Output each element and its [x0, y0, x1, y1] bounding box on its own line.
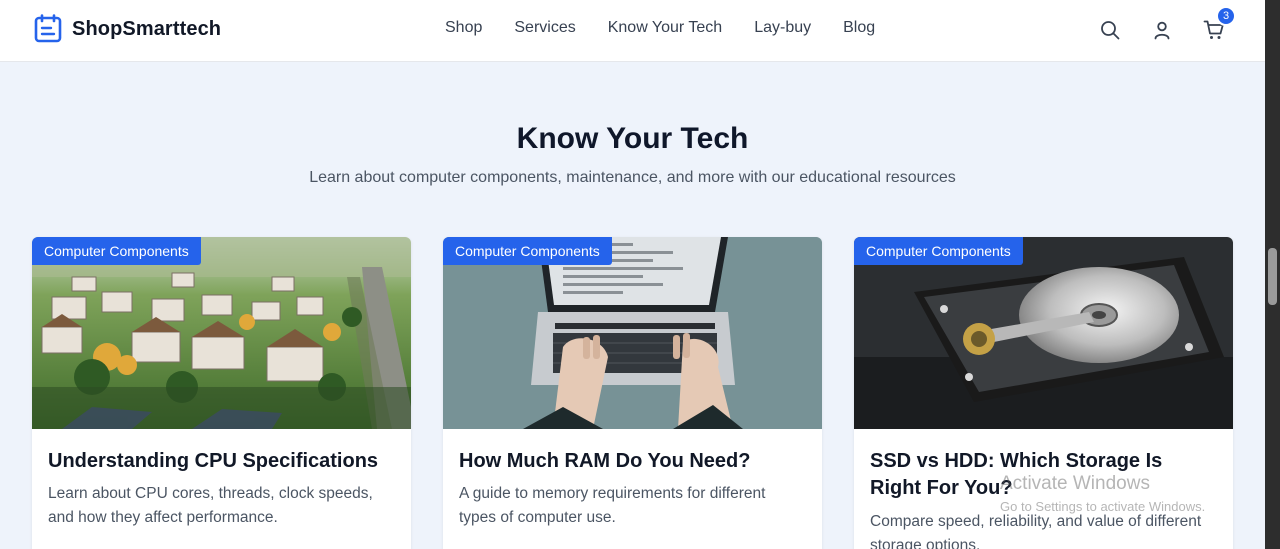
laptop-typing-image: [443, 237, 822, 429]
hard-drive-image: [854, 237, 1233, 429]
article-card[interactable]: Computer Components Understanding CPU Sp…: [32, 237, 411, 549]
article-title[interactable]: How Much RAM Do You Need?: [459, 448, 806, 475]
article-description: Learn about CPU cores, threads, clock sp…: [48, 485, 373, 526]
brand-logo[interactable]: ShopSmarttech: [33, 14, 221, 44]
article-title[interactable]: SSD vs HDD: Which Storage Is Right For Y…: [870, 448, 1217, 502]
page: ShopSmarttech Shop Services Know Your Te…: [0, 0, 1265, 549]
header-actions: 3: [1097, 6, 1236, 43]
article-title[interactable]: Understanding CPU Specifications: [48, 448, 395, 475]
suburb-aerial-image: [32, 237, 411, 429]
page-title: Know Your Tech: [516, 122, 749, 155]
article-card[interactable]: Computer Components How Much RAM Do You …: [443, 237, 822, 549]
nav-shop[interactable]: Shop: [445, 19, 482, 37]
article-description: Compare speed, reliability, and value of…: [870, 513, 1202, 549]
nav-services[interactable]: Services: [514, 19, 575, 37]
page-subtitle: Learn about computer components, mainten…: [309, 169, 956, 186]
search-button[interactable]: [1097, 17, 1123, 43]
category-tag[interactable]: Computer Components: [443, 237, 612, 265]
article-card[interactable]: Computer Components SSD vs HDD: Which St…: [854, 237, 1233, 549]
calendar-logo-icon: [34, 14, 62, 43]
category-tag[interactable]: Computer Components: [32, 237, 201, 265]
vertical-scrollbar[interactable]: [1265, 0, 1280, 549]
brand-name: ShopSmarttech: [72, 17, 222, 40]
search-icon: [1101, 21, 1120, 40]
nav-blog[interactable]: Blog: [843, 19, 875, 37]
nav-know-your-tech[interactable]: Know Your Tech: [608, 19, 722, 37]
user-icon: [1154, 21, 1170, 40]
cart-count-badge: 3: [1216, 6, 1236, 26]
account-button[interactable]: [1149, 17, 1175, 43]
site-header: ShopSmarttech Shop Services Know Your Te…: [0, 0, 1265, 62]
category-tag[interactable]: Computer Components: [854, 237, 1023, 265]
nav-lay-buy[interactable]: Lay-buy: [754, 19, 811, 37]
cart-button[interactable]: 3: [1201, 6, 1236, 43]
main-nav: Shop Services Know Your Tech Lay-buy Blo…: [445, 19, 875, 37]
article-description: A guide to memory requirements for diffe…: [459, 485, 766, 526]
scrollbar-thumb[interactable]: [1268, 248, 1277, 305]
